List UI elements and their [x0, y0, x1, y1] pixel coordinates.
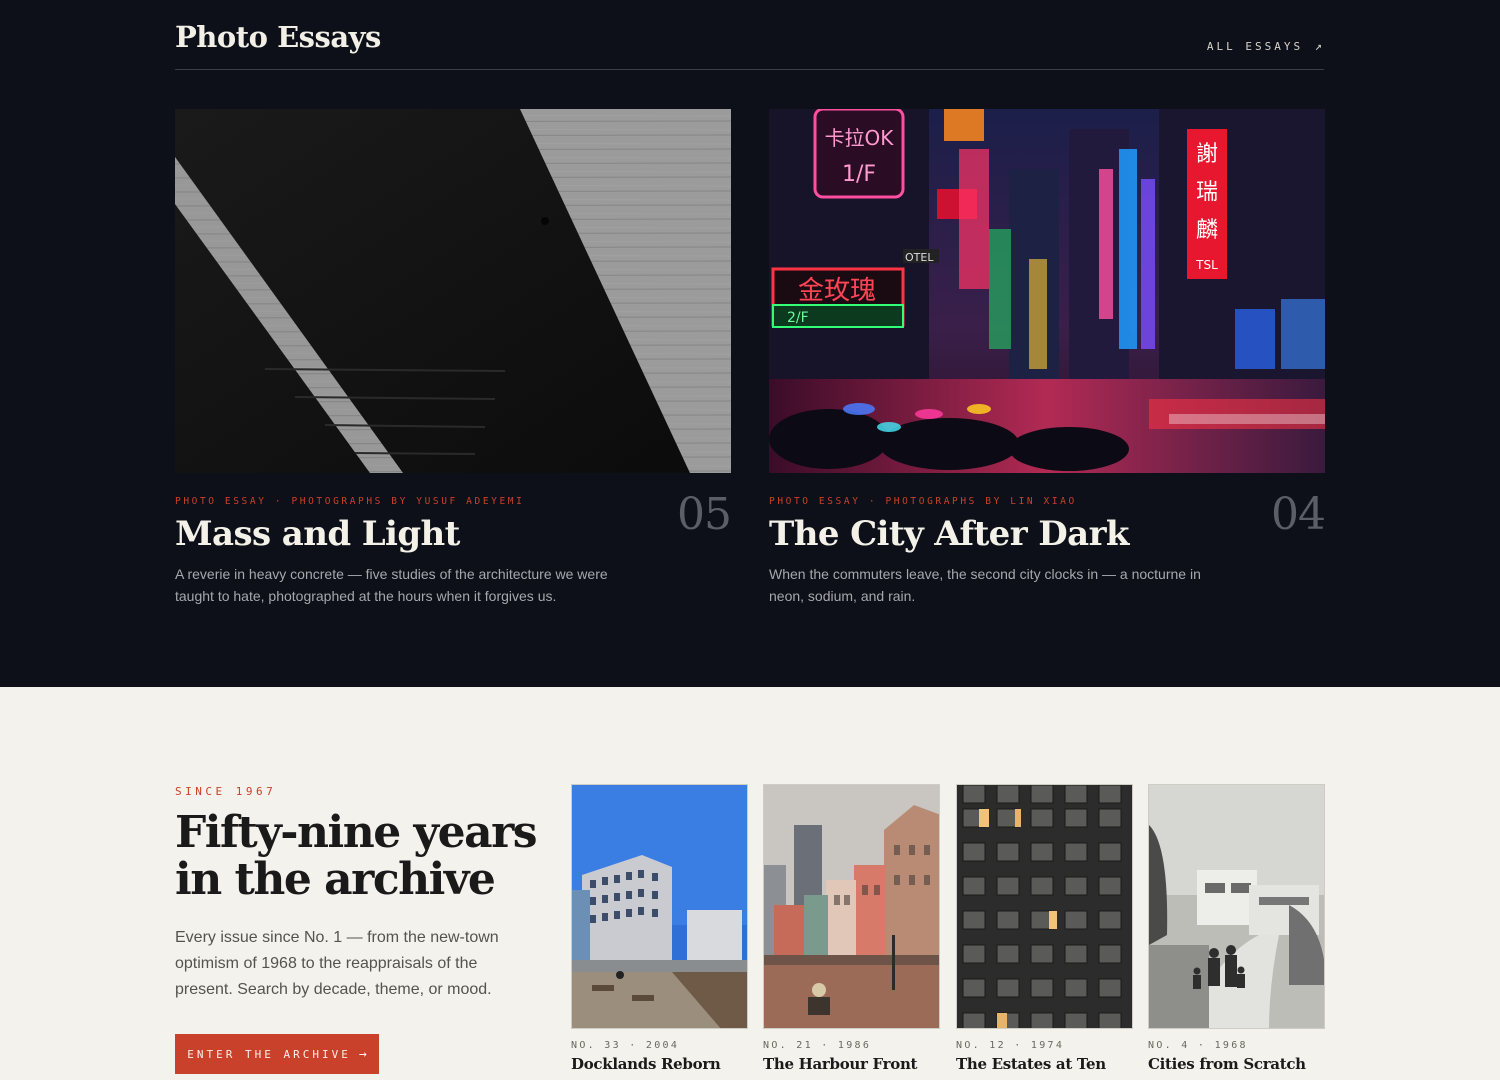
issue-meta: NO. 33 · 2004	[571, 1040, 680, 1051]
issue-meta: NO. 12 · 1974	[956, 1040, 1065, 1051]
essay-number: 04	[1271, 489, 1326, 540]
essay-photo-neon-street[interactable]: 卡拉OK 1/F 金玫瑰 2/F OTEL 謝 瑞 麟 TSL	[769, 109, 1325, 473]
section-title: Photo Essays	[175, 20, 381, 54]
sign-text: TSL	[1195, 258, 1218, 272]
essay-kicker: PHOTO ESSAY · PHOTOGRAPHS BY LIN XIAO	[769, 496, 1077, 507]
enter-archive-label: ENTER THE ARCHIVE	[187, 1047, 351, 1061]
issue-meta: NO. 4 · 1968	[1148, 1040, 1248, 1051]
photo-essays-section: Photo Essays ALL ESSAYS ↗ PHOTO ESSAY · …	[0, 0, 1500, 687]
sign-text: OTEL	[905, 251, 934, 264]
sign-text: 瑞	[1196, 180, 1218, 205]
issue-title: The Estates at Ten	[956, 1055, 1106, 1073]
section-header: Photo Essays ALL ESSAYS ↗	[175, 0, 1324, 70]
issue-title: Docklands Reborn	[571, 1055, 721, 1073]
enter-archive-button[interactable]: ENTER THE ARCHIVE →	[175, 1034, 379, 1074]
arrow-up-right-icon: ↗	[1314, 39, 1322, 53]
sign-text: 1/F	[842, 162, 876, 187]
essay-title[interactable]: The City After Dark	[769, 514, 1129, 554]
issue-card-cities-from-scratch[interactable]: NO. 4 · 1968 Cities from Scratch	[1148, 784, 1325, 1073]
issue-card-estates-at-ten[interactable]: NO. 12 · 1974 The Estates at Ten	[956, 784, 1133, 1073]
sign-text: 卡拉OK	[825, 126, 895, 150]
issue-thumbnail	[571, 784, 748, 1029]
sign-text: 謝	[1196, 142, 1218, 167]
issue-meta: NO. 21 · 1986	[763, 1040, 872, 1051]
issue-thumbnail	[956, 784, 1133, 1029]
essay-photo-concrete[interactable]	[175, 109, 731, 473]
sign-text: 麟	[1196, 218, 1218, 243]
essay-description: When the commuters leave, the second cit…	[769, 566, 1201, 604]
issue-thumbnail	[763, 784, 940, 1029]
all-essays-label: ALL ESSAYS	[1206, 40, 1304, 53]
arrow-right-icon: →	[358, 1046, 367, 1062]
since-label: SINCE 1967	[175, 785, 277, 798]
issue-title: Cities from Scratch	[1148, 1055, 1306, 1073]
archive-description: Every issue since No. 1 — from the new-t…	[175, 929, 499, 998]
issue-thumbnail	[1148, 784, 1325, 1029]
sign-text: 金玫瑰	[798, 276, 876, 306]
sign-text: 2/F	[787, 310, 809, 326]
archive-title: Fifty-nine years in the archive	[175, 807, 538, 905]
essay-kicker: PHOTO ESSAY · PHOTOGRAPHS BY YUSUF ADEYE…	[175, 496, 525, 507]
essay-number: 05	[677, 489, 732, 540]
issue-card-harbour-front[interactable]: NO. 21 · 1986 The Harbour Front	[763, 784, 940, 1073]
archive-section: SINCE 1967 Fifty-nine years in the archi…	[0, 687, 1500, 1080]
issue-title: The Harbour Front	[763, 1055, 918, 1073]
essay-title[interactable]: Mass and Light	[175, 514, 460, 554]
all-essays-link[interactable]: ALL ESSAYS ↗	[1207, 39, 1322, 53]
essay-card-mass-and-light: PHOTO ESSAY · PHOTOGRAPHS BY YUSUF ADEYE…	[175, 109, 732, 604]
essay-description: A reverie in heavy concrete — five studi…	[175, 566, 608, 604]
issue-card-docklands-reborn[interactable]: NO. 33 · 2004 Docklands Reborn	[571, 784, 748, 1073]
essay-card-city-after-dark: 卡拉OK 1/F 金玫瑰 2/F OTEL 謝 瑞 麟 TSL PHOTO ES…	[769, 109, 1326, 604]
